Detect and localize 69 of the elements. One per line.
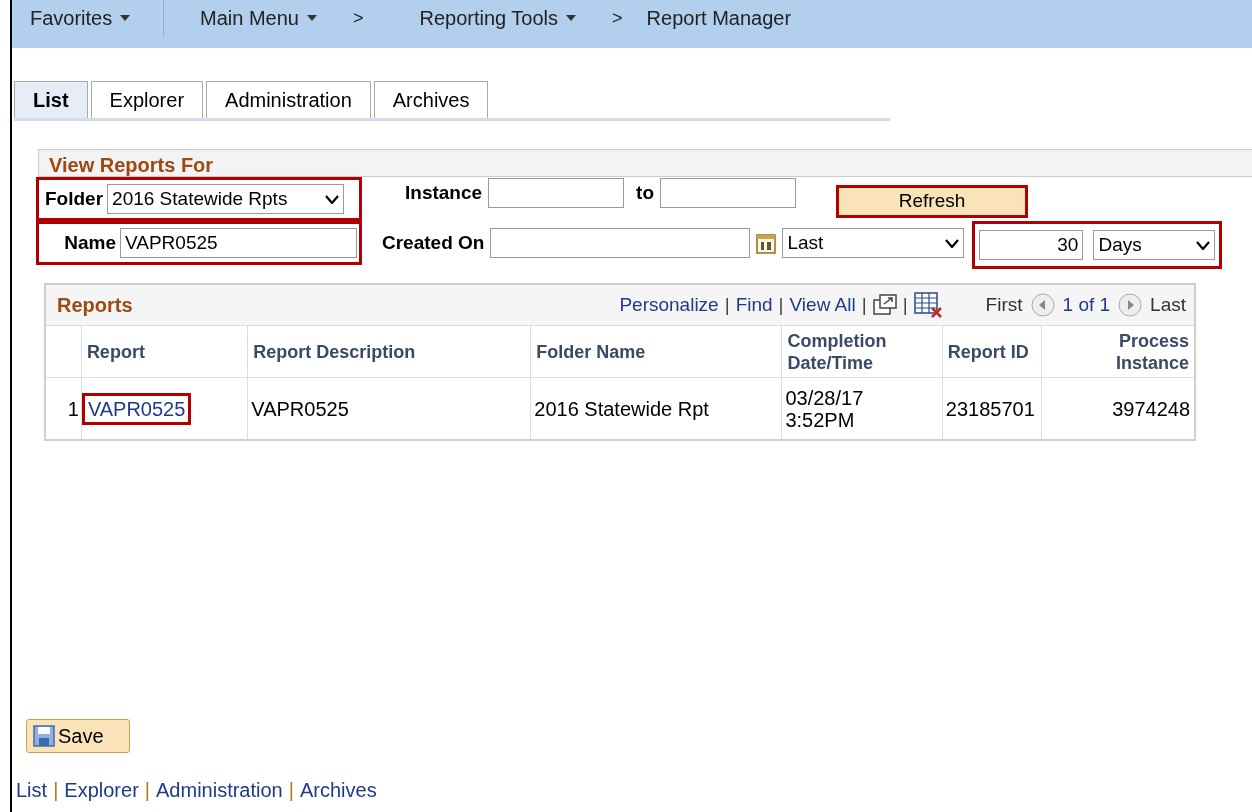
current-page: Report Manager xyxy=(645,6,792,31)
table-cell-text: 03/28/17 xyxy=(785,386,865,409)
column-header[interactable]: Process Instance xyxy=(1046,329,1189,374)
field-label: Name xyxy=(64,230,116,255)
new-window-icon[interactable] xyxy=(872,294,897,316)
nav-menu[interactable]: Favorites xyxy=(30,3,131,33)
grid-link[interactable]: Find xyxy=(735,290,773,320)
instance-from-field[interactable] xyxy=(488,178,625,208)
footer-link[interactable]: Explorer xyxy=(64,775,139,805)
pager-first[interactable]: First xyxy=(985,290,1023,320)
column-header[interactable]: Report xyxy=(86,340,145,363)
table-cell-text: 3974248 xyxy=(1112,396,1190,422)
grid-title: Reports xyxy=(57,293,133,318)
section-title: View Reports For xyxy=(49,154,214,176)
dropdown-arrow-icon xyxy=(566,15,577,21)
pager-count: 1 of 1 xyxy=(1062,292,1111,317)
dropdown-arrow-icon xyxy=(120,15,131,21)
field-label: Created On xyxy=(382,230,485,255)
row-number: 1 xyxy=(67,396,79,422)
tab[interactable]: Explorer xyxy=(90,81,204,118)
link-divider: | xyxy=(778,292,784,317)
unit-select[interactable]: Days xyxy=(1093,230,1216,260)
folder-select[interactable]: 2016 Statewide Rpts xyxy=(107,184,345,214)
caret-icon xyxy=(325,194,340,204)
amount-field[interactable]: 30 xyxy=(979,230,1084,260)
field-label: to xyxy=(636,180,655,205)
nav-menu[interactable]: Main Menu xyxy=(200,3,317,33)
pager-last[interactable]: Last xyxy=(1150,290,1186,320)
range-select[interactable]: Last xyxy=(782,228,965,258)
spreadsheet-icon[interactable] xyxy=(913,292,942,318)
column-header[interactable]: Completion Date/Time xyxy=(787,329,937,374)
next-icon[interactable] xyxy=(1118,293,1143,317)
breadcrumb-separator: > xyxy=(351,6,365,30)
field-label: Instance xyxy=(405,180,483,205)
link-divider: | xyxy=(288,778,294,803)
link-divider: | xyxy=(861,292,867,317)
column-header[interactable]: Report Description xyxy=(253,340,416,363)
link-divider: | xyxy=(724,292,730,317)
save-button[interactable]: Save xyxy=(26,719,130,753)
tab[interactable]: Administration xyxy=(206,81,371,118)
grid-link[interactable]: View All xyxy=(789,290,856,320)
instance-to-field[interactable] xyxy=(660,178,797,208)
field-label: Folder xyxy=(45,186,104,211)
link-divider: | xyxy=(902,292,908,317)
name-field[interactable]: VAPR0525 xyxy=(120,228,357,258)
footer-link[interactable]: Administration xyxy=(156,775,283,805)
column-header[interactable]: Report ID xyxy=(947,340,1029,363)
report-link[interactable]: VAPR0525 xyxy=(81,392,192,425)
date-field[interactable] xyxy=(490,228,751,258)
table-cell-text: 2016 Statewide Rpt xyxy=(534,396,709,422)
table-cell-text: VAPR0525 xyxy=(251,396,349,422)
caret-icon xyxy=(1196,240,1211,250)
link-divider: | xyxy=(144,778,150,803)
breadcrumb-separator: > xyxy=(611,6,624,30)
previous-icon[interactable] xyxy=(1030,293,1055,317)
footer-link[interactable]: List xyxy=(16,775,48,805)
tab[interactable]: Archives xyxy=(373,81,489,118)
calendar-icon[interactable] xyxy=(756,232,777,254)
tab[interactable]: List xyxy=(14,81,88,118)
table-cell-text: 23185701 xyxy=(945,396,1035,422)
dropdown-arrow-icon xyxy=(306,15,317,21)
link-divider: | xyxy=(53,778,59,803)
nav-menu[interactable]: Reporting Tools xyxy=(419,3,577,33)
caret-icon xyxy=(945,238,960,248)
column-header[interactable]: Folder Name xyxy=(536,340,646,363)
refresh-button[interactable]: Refresh xyxy=(839,188,1026,215)
footer-link[interactable]: Archives xyxy=(299,775,377,805)
grid-link[interactable]: Personalize xyxy=(619,290,719,320)
table-cell-text: 3:52PM xyxy=(785,408,856,431)
